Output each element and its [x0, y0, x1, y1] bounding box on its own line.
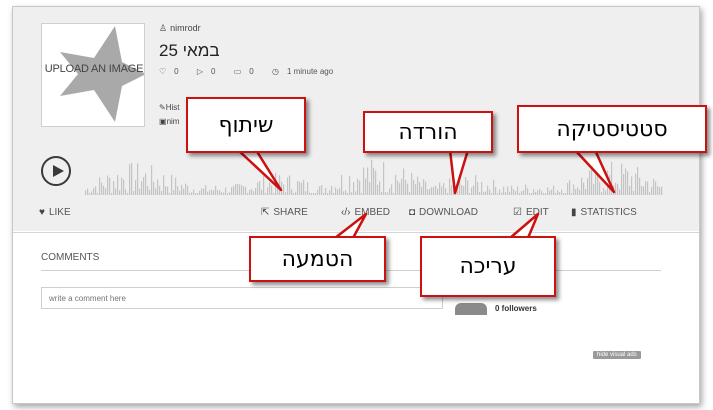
callout-embed: הטמעה [249, 236, 386, 282]
callout-edit: עריכה [420, 236, 556, 297]
callout-download: הורדה [363, 111, 493, 153]
callout-pointers [236, 148, 616, 240]
callout-statistics: סטטיסטיקה [517, 105, 707, 153]
callout-share: שיתוף [186, 97, 306, 153]
